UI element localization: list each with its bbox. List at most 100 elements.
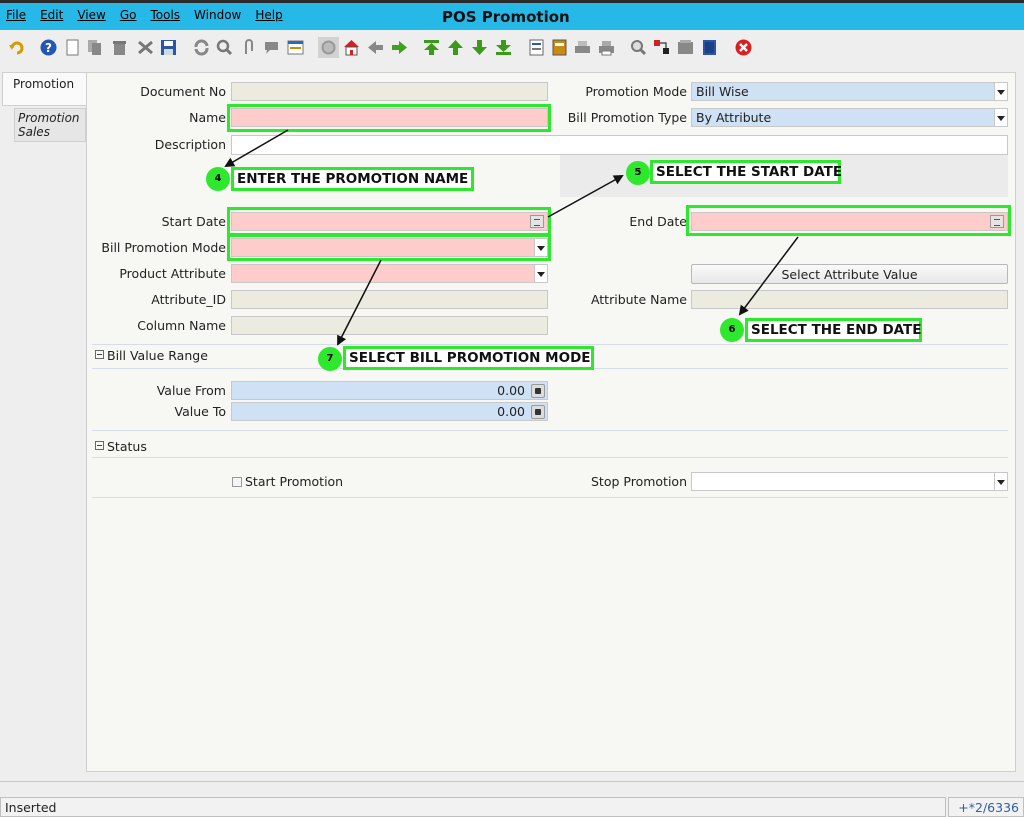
value-from-input[interactable]: 0.00 — [231, 381, 548, 400]
value-from-value: 0.00 — [497, 383, 525, 398]
bill-value-range-header[interactable]: Bill Value Range — [95, 348, 208, 363]
step-7-badge: 7 — [318, 347, 342, 371]
calculator-icon[interactable] — [531, 405, 545, 419]
end-date-label: End Date — [629, 214, 687, 229]
divider — [92, 430, 1008, 431]
menu-window[interactable]: Window — [194, 8, 241, 22]
workflow-icon[interactable] — [653, 39, 670, 56]
divider — [92, 457, 1008, 458]
product-attribute-select[interactable] — [231, 264, 548, 283]
attribute-name-field[interactable] — [691, 290, 1008, 309]
menu-help[interactable]: Help — [255, 8, 282, 22]
description-label: Description — [154, 137, 226, 152]
grid-toggle-icon[interactable] — [287, 39, 304, 56]
attribute-name-label: Attribute Name — [590, 292, 687, 307]
step-4-callout: ENTER THE PROMOTION NAME — [231, 167, 474, 191]
bill-promotion-mode-highlight — [227, 234, 551, 261]
bill-promotion-type-select[interactable]: By Attribute — [691, 108, 1008, 127]
refresh-icon[interactable] — [193, 39, 210, 56]
divider — [92, 497, 1008, 498]
menu-go[interactable]: Go — [120, 8, 137, 22]
next-record-icon[interactable] — [471, 39, 488, 56]
name-label: Name — [189, 110, 226, 125]
save-icon[interactable] — [160, 39, 177, 56]
attribute-id-label: Attribute_ID — [151, 292, 226, 307]
exit-icon[interactable] — [735, 39, 752, 56]
print-preview-icon[interactable] — [574, 39, 591, 56]
divider — [92, 344, 1008, 345]
chevron-down-icon[interactable] — [534, 265, 547, 282]
status-title: Status — [107, 439, 147, 454]
document-no-label: Document No — [140, 84, 226, 99]
zoom-across-icon[interactable] — [630, 39, 647, 56]
chat-icon[interactable] — [263, 39, 280, 56]
promotion-mode-value: Bill Wise — [696, 84, 749, 99]
home-icon[interactable] — [343, 39, 360, 56]
start-promotion-label: Start Promotion — [245, 474, 344, 489]
title-bar: File Edit View Go Tools Window Help POS … — [0, 0, 1024, 30]
status-header[interactable]: Status — [95, 439, 147, 454]
step-5-callout: SELECT THE START DATE — [650, 160, 842, 184]
stop-promotion-label: Stop Promotion — [591, 474, 687, 489]
stop-promotion-select[interactable] — [691, 472, 1008, 491]
report-icon[interactable] — [528, 39, 545, 56]
start-date-label: Start Date — [161, 214, 226, 229]
promotion-mode-select[interactable]: Bill Wise — [691, 82, 1008, 101]
copy-record-icon[interactable] — [86, 39, 103, 56]
help-icon[interactable]: ? — [40, 39, 57, 56]
back-icon[interactable] — [367, 39, 384, 56]
svg-text:?: ? — [45, 41, 52, 55]
product-attribute-label: Product Attribute — [119, 266, 226, 281]
first-record-icon[interactable] — [423, 39, 440, 56]
new-record-icon[interactable] — [64, 39, 81, 56]
last-record-icon[interactable] — [495, 39, 512, 56]
archive-icon[interactable] — [551, 39, 568, 56]
menu-file[interactable]: File — [6, 8, 26, 22]
menu-tools[interactable]: Tools — [150, 8, 180, 22]
collapse-icon[interactable] — [95, 350, 104, 359]
select-attribute-value-button[interactable]: Select Attribute Value — [691, 264, 1008, 284]
bill-promotion-mode-label: Bill Promotion Mode — [101, 240, 226, 255]
column-name-field[interactable] — [231, 316, 548, 335]
request-icon[interactable] — [677, 39, 694, 56]
delete-selection-icon[interactable] — [137, 39, 154, 56]
print-icon[interactable] — [598, 39, 615, 56]
attachment-icon[interactable] — [240, 39, 257, 56]
value-to-input[interactable]: 0.00 — [231, 402, 548, 421]
undo-icon[interactable] — [8, 39, 25, 56]
promotion-mode-label: Promotion Mode — [585, 84, 687, 99]
chevron-down-icon[interactable] — [994, 109, 1007, 126]
chevron-down-icon[interactable] — [994, 83, 1007, 100]
attribute-id-field[interactable] — [231, 290, 548, 309]
column-name-label: Column Name — [137, 318, 226, 333]
window-title: POS Promotion — [442, 8, 570, 26]
status-divider — [0, 781, 1024, 796]
end-date-highlight — [686, 205, 1011, 236]
step-6-badge: 6 — [720, 318, 744, 342]
delete-icon[interactable] — [111, 39, 128, 56]
bill-promotion-type-value: By Attribute — [696, 110, 772, 125]
step-7-callout: SELECT BILL PROMOTION MODE — [343, 346, 594, 370]
menu-edit[interactable]: Edit — [40, 8, 63, 22]
product-info-icon[interactable] — [701, 39, 718, 56]
tab-promotion-sales[interactable]: Promotion Sales — [14, 108, 86, 142]
chevron-down-icon[interactable] — [994, 473, 1007, 490]
value-to-label: Value To — [174, 404, 226, 419]
menu-view[interactable]: View — [77, 8, 105, 22]
history-icon[interactable] — [318, 37, 339, 58]
step-4-badge: 4 — [206, 167, 230, 191]
toolbar: ? — [0, 30, 1024, 67]
start-promotion-checkbox[interactable] — [232, 477, 242, 487]
description-input[interactable] — [231, 135, 1008, 155]
find-icon[interactable] — [216, 39, 233, 56]
name-highlight — [227, 104, 551, 132]
collapse-icon[interactable] — [95, 441, 104, 450]
bill-value-range-title: Bill Value Range — [107, 348, 208, 363]
record-info[interactable]: +*2/6336 — [948, 797, 1024, 817]
calculator-icon[interactable] — [531, 384, 545, 398]
forward-icon[interactable] — [391, 39, 408, 56]
value-to-value: 0.00 — [497, 404, 525, 419]
previous-record-icon[interactable] — [447, 39, 464, 56]
document-no-field[interactable] — [231, 82, 548, 101]
tab-promotion[interactable]: Promotion — [2, 72, 86, 106]
